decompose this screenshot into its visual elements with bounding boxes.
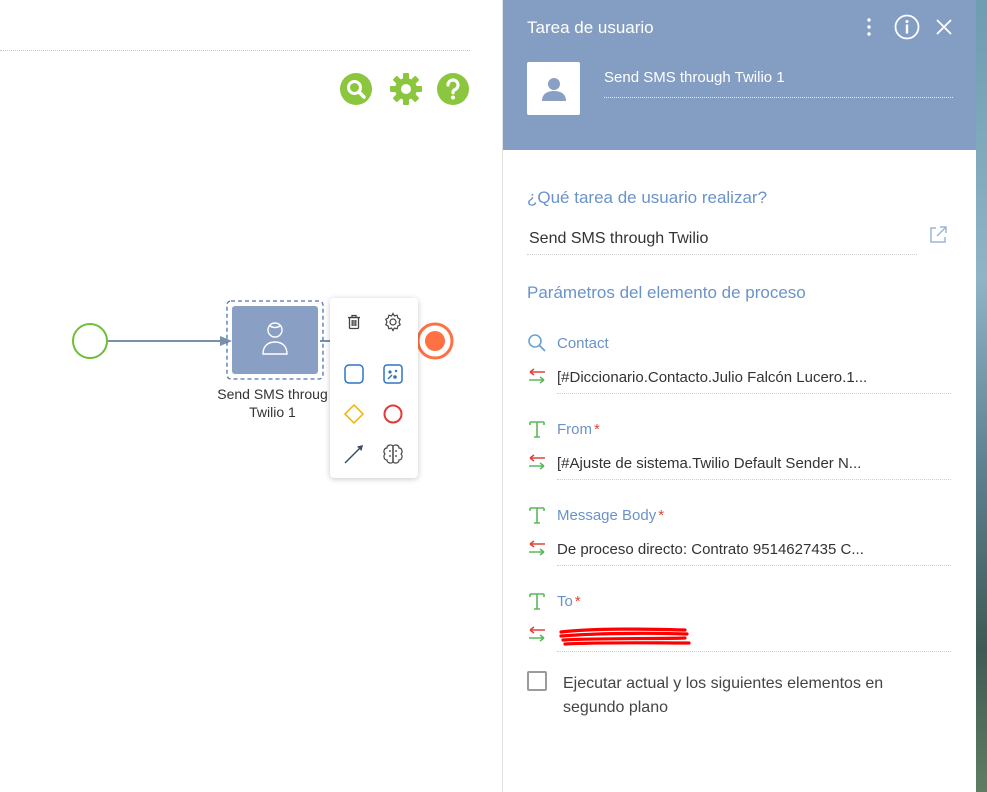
info-icon[interactable]	[894, 14, 920, 40]
open-external-icon[interactable]	[927, 224, 949, 246]
param-label-contact: Contact	[557, 335, 609, 352]
element-properties-panel: Tarea de usuario Send SMS through Twilio…	[502, 0, 977, 792]
param-label-to: To *	[557, 593, 581, 610]
background-run-checkbox[interactable]	[527, 671, 547, 691]
start-event[interactable]	[72, 323, 108, 359]
param-label-message-body-text: Message Body	[557, 507, 657, 524]
connector-arrow-icon[interactable]	[339, 439, 369, 469]
gear-icon[interactable]	[378, 307, 408, 337]
user-icon	[541, 77, 566, 101]
more-options-icon[interactable]	[859, 15, 879, 39]
mapping-icon	[529, 540, 545, 556]
user-task-label-line1: Send SMS throug	[217, 386, 328, 402]
ai-brain-icon[interactable]	[378, 439, 408, 469]
user-task-selector[interactable]: Send SMS through Twilio	[527, 225, 917, 255]
element-context-menu	[330, 298, 418, 478]
redaction-scribble	[559, 627, 691, 646]
diagram-canvas[interactable]: Send SMS throug Twilio 1	[0, 0, 502, 792]
script-task-icon[interactable]	[378, 359, 408, 389]
user-task-icon[interactable]	[339, 359, 369, 389]
param-label-from-text: From	[557, 421, 592, 438]
param-value-contact[interactable]: [#Diccionario.Contacto.Julio Falcón Luce…	[557, 364, 951, 394]
element-type-avatar	[527, 62, 580, 115]
lookup-icon	[528, 334, 546, 352]
param-value-message-body[interactable]: De proceso directo: Contrato 9514627435 …	[557, 536, 951, 566]
param-value-from[interactable]: [#Ajuste de sistema.Twilio Default Sende…	[557, 450, 951, 480]
sequence-flow-arrowhead	[220, 336, 232, 346]
required-marker: *	[574, 593, 581, 610]
required-marker: *	[594, 421, 600, 438]
required-marker: *	[658, 507, 665, 524]
panel-title: Tarea de usuario	[527, 18, 654, 37]
user-task-label: Send SMS throug Twilio 1	[205, 385, 340, 421]
background-image-strip	[976, 0, 987, 792]
user-task-node[interactable]	[232, 306, 318, 374]
param-label-from: From *	[557, 421, 600, 438]
text-type-icon	[529, 507, 545, 524]
end-event-icon[interactable]	[378, 399, 408, 429]
close-icon[interactable]	[933, 16, 955, 38]
text-type-icon	[529, 593, 545, 610]
process-params-title: Parámetros del elemento de proceso	[527, 283, 806, 302]
param-label-message-body: Message Body *	[557, 507, 664, 524]
param-label-to-text: To	[557, 593, 573, 610]
task-question-title: ¿Qué tarea de usuario realizar?	[527, 188, 768, 207]
delete-icon[interactable]	[339, 307, 369, 337]
user-task-label-line2: Twilio 1	[249, 404, 296, 420]
end-event-core	[425, 331, 445, 351]
gateway-icon[interactable]	[339, 399, 369, 429]
mapping-icon	[529, 454, 545, 470]
text-type-icon	[529, 421, 545, 438]
background-run-label: Ejecutar actual y los siguientes element…	[563, 675, 884, 716]
process-designer: Send SMS throug Twilio 1 Tarea de usuari…	[0, 0, 987, 792]
mapping-icon	[529, 626, 545, 642]
element-name-field[interactable]: Send SMS through Twilio 1	[604, 66, 953, 98]
param-label-contact-text: Contact	[557, 335, 609, 352]
mapping-icon	[529, 368, 545, 384]
panel-header: Tarea de usuario Send SMS through Twilio…	[503, 0, 977, 150]
